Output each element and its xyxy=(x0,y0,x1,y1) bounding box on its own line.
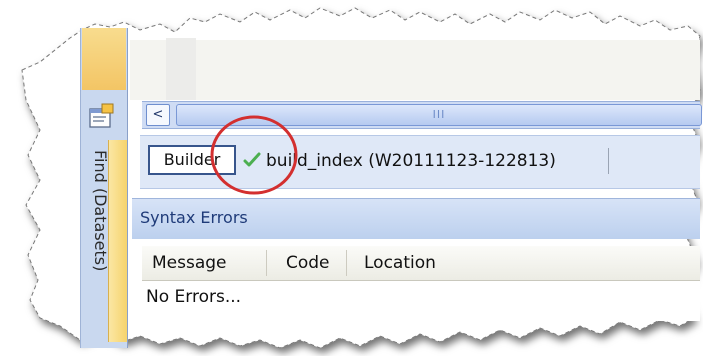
list-item: No Errors... xyxy=(146,287,242,307)
scroll-left-button[interactable]: < xyxy=(146,104,170,126)
dock-label-find-datasets[interactable]: Find (Datasets) xyxy=(86,150,114,320)
properties-window-icon[interactable] xyxy=(88,103,116,129)
highlight-circle xyxy=(210,115,298,195)
column-separator[interactable] xyxy=(346,250,347,276)
editor-area[interactable] xyxy=(130,40,700,100)
column-separator[interactable] xyxy=(266,250,267,276)
editor-gutter xyxy=(166,38,196,100)
dock-top-tab[interactable] xyxy=(82,28,126,90)
build-index-label[interactable]: build_index (W20111123-122813) xyxy=(266,149,556,173)
column-code[interactable]: Code xyxy=(286,252,330,274)
panel-title: Syntax Errors xyxy=(140,208,248,227)
toolbar-separator xyxy=(608,148,609,174)
column-location[interactable]: Location xyxy=(364,252,436,274)
column-message[interactable]: Message xyxy=(152,252,227,274)
